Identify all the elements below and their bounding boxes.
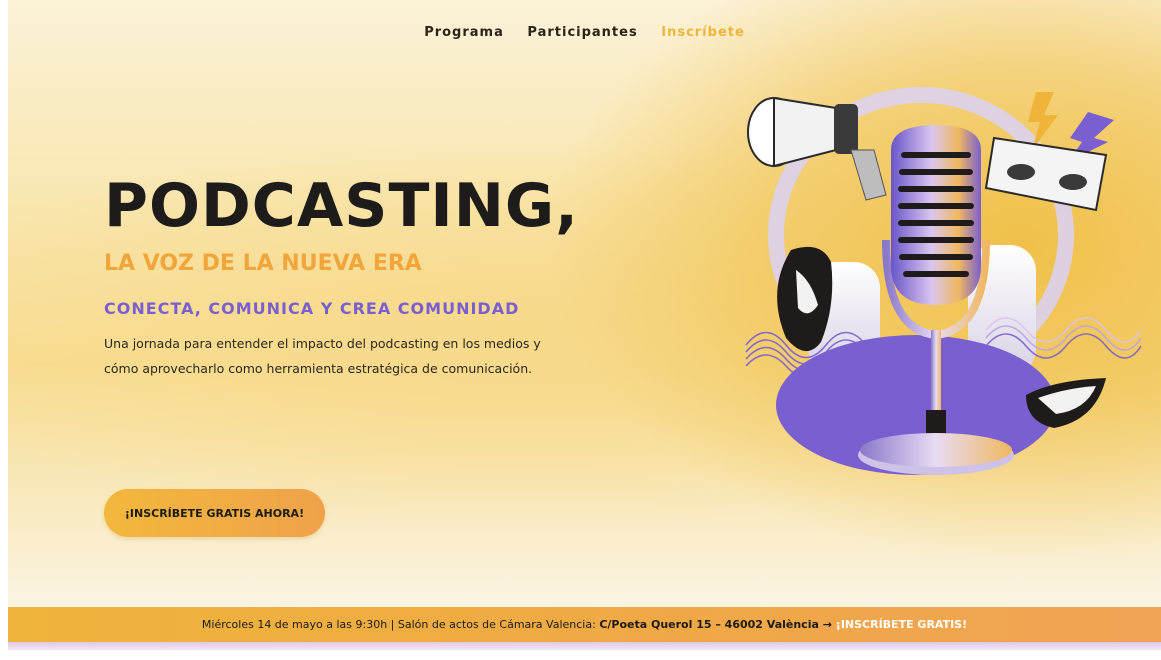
- nav-link-participantes[interactable]: Participantes: [527, 25, 637, 40]
- hero-title: PODCASTING,: [104, 171, 579, 241]
- top-nav: Programa Participantes Inscríbete: [8, 25, 1161, 40]
- footer-strip: [8, 642, 1161, 650]
- banner-info: Miércoles 14 de mayo a las 9:30h | Salón…: [201, 618, 600, 631]
- nav-link-inscribete[interactable]: Inscríbete: [661, 25, 745, 40]
- register-free-button[interactable]: ¡INSCRÍBETE GRATIS AHORA!: [104, 489, 325, 537]
- page: Programa Participantes Inscríbete PODCAS…: [8, 0, 1161, 660]
- event-info-banner: Miércoles 14 de mayo a las 9:30h | Salón…: [8, 607, 1161, 642]
- hero-description: Una jornada para entender el impacto del…: [104, 336, 541, 376]
- banner-address: C/Poeta Querol 15 – 46002 València: [599, 618, 819, 631]
- nav-link-programa[interactable]: Programa: [424, 25, 504, 40]
- arrow-right-icon: →: [818, 618, 836, 631]
- banner-register-link[interactable]: ¡INSCRÍBETE GRATIS!: [836, 618, 967, 631]
- hero-section: Programa Participantes Inscríbete PODCAS…: [8, 0, 1161, 607]
- hero-tagline: CONECTA, COMUNICA Y CREA COMUNIDAD: [104, 299, 520, 318]
- podcast-illustration: [745, 87, 1142, 475]
- hero-subtitle: LA VOZ DE LA NUEVA ERA: [104, 251, 422, 276]
